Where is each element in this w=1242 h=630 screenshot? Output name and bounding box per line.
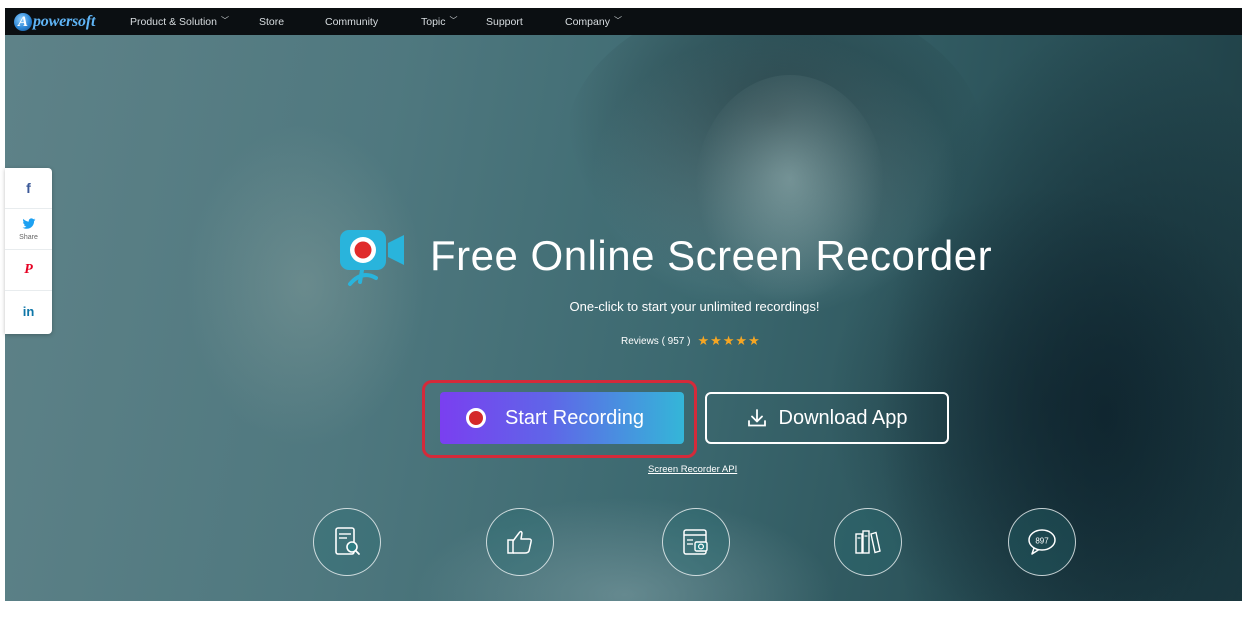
start-recording-label: Start Recording <box>505 406 644 429</box>
feature-screenshot[interactable] <box>662 508 730 576</box>
download-app-button[interactable]: Download App <box>705 392 949 444</box>
nav-topic[interactable]: Topic ﹀ <box>421 8 458 35</box>
nav-product-solution[interactable]: Product & Solution ﹀ <box>130 8 229 35</box>
rating-stars: ★★★★★ <box>697 333 761 348</box>
hero-title-row <box>338 226 418 292</box>
feature-comments[interactable]: 897 <box>1008 508 1076 576</box>
feature-books[interactable] <box>834 508 902 576</box>
comment-count: 897 <box>1035 537 1049 546</box>
top-navigation: A powersoft Product & Solution ﹀ Store C… <box>5 8 1242 35</box>
record-icon <box>466 408 486 428</box>
comment-count-icon: 897 <box>1028 529 1056 555</box>
nav-label: Community <box>325 15 379 28</box>
books-icon <box>855 530 881 554</box>
reviews-summary[interactable]: Reviews ( 957 ) ★★★★★ <box>621 333 761 349</box>
share-label: Share <box>19 233 38 241</box>
nav-label: Company <box>565 15 610 28</box>
start-recording-button[interactable]: Start Recording <box>440 392 684 444</box>
nav-label: Store <box>259 15 285 28</box>
screen-recorder-api-link[interactable]: Screen Recorder API <box>648 464 737 475</box>
logo-badge: A <box>14 12 32 31</box>
feature-thumbs-up[interactable] <box>486 508 554 576</box>
share-twitter-button[interactable]: Share <box>5 209 52 250</box>
linkedin-icon: in <box>22 303 35 319</box>
feature-document-search[interactable] <box>313 508 381 576</box>
document-search-icon <box>335 527 360 555</box>
hero-subtitle: One-click to start your unlimited record… <box>569 299 820 314</box>
nav-support[interactable]: Support <box>486 8 523 35</box>
download-icon <box>747 408 767 428</box>
nav-label: Product & Solution <box>130 15 217 28</box>
nav-community[interactable]: Community <box>325 8 378 35</box>
reviews-count: Reviews ( 957 ) <box>621 335 691 347</box>
download-app-label: Download App <box>778 406 908 429</box>
twitter-icon <box>22 217 36 232</box>
page-title: Free Online Screen Recorder <box>430 232 993 279</box>
screen-recorder-camera-icon <box>338 226 418 292</box>
nav-label: Support <box>486 15 523 28</box>
nav-label: Topic <box>421 15 446 28</box>
social-share-bar: f Share P in <box>5 168 52 334</box>
share-facebook-button[interactable]: f <box>5 168 52 209</box>
facebook-icon: f <box>26 180 31 196</box>
thumbs-up-icon <box>507 530 532 554</box>
screenshot-camera-icon <box>683 529 708 555</box>
nav-company[interactable]: Company ﹀ <box>565 8 622 35</box>
pinterest-icon: P <box>24 262 33 277</box>
apowersoft-logo[interactable]: A powersoft <box>14 12 124 31</box>
chevron-down-icon: ﹀ <box>220 16 229 25</box>
chevron-down-icon: ﹀ <box>613 16 622 25</box>
share-pinterest-button[interactable]: P <box>5 250 52 291</box>
logo-text: powersoft <box>33 12 96 30</box>
nav-store[interactable]: Store <box>259 8 284 35</box>
share-linkedin-button[interactable]: in <box>5 291 52 332</box>
chevron-down-icon: ﹀ <box>449 16 458 25</box>
